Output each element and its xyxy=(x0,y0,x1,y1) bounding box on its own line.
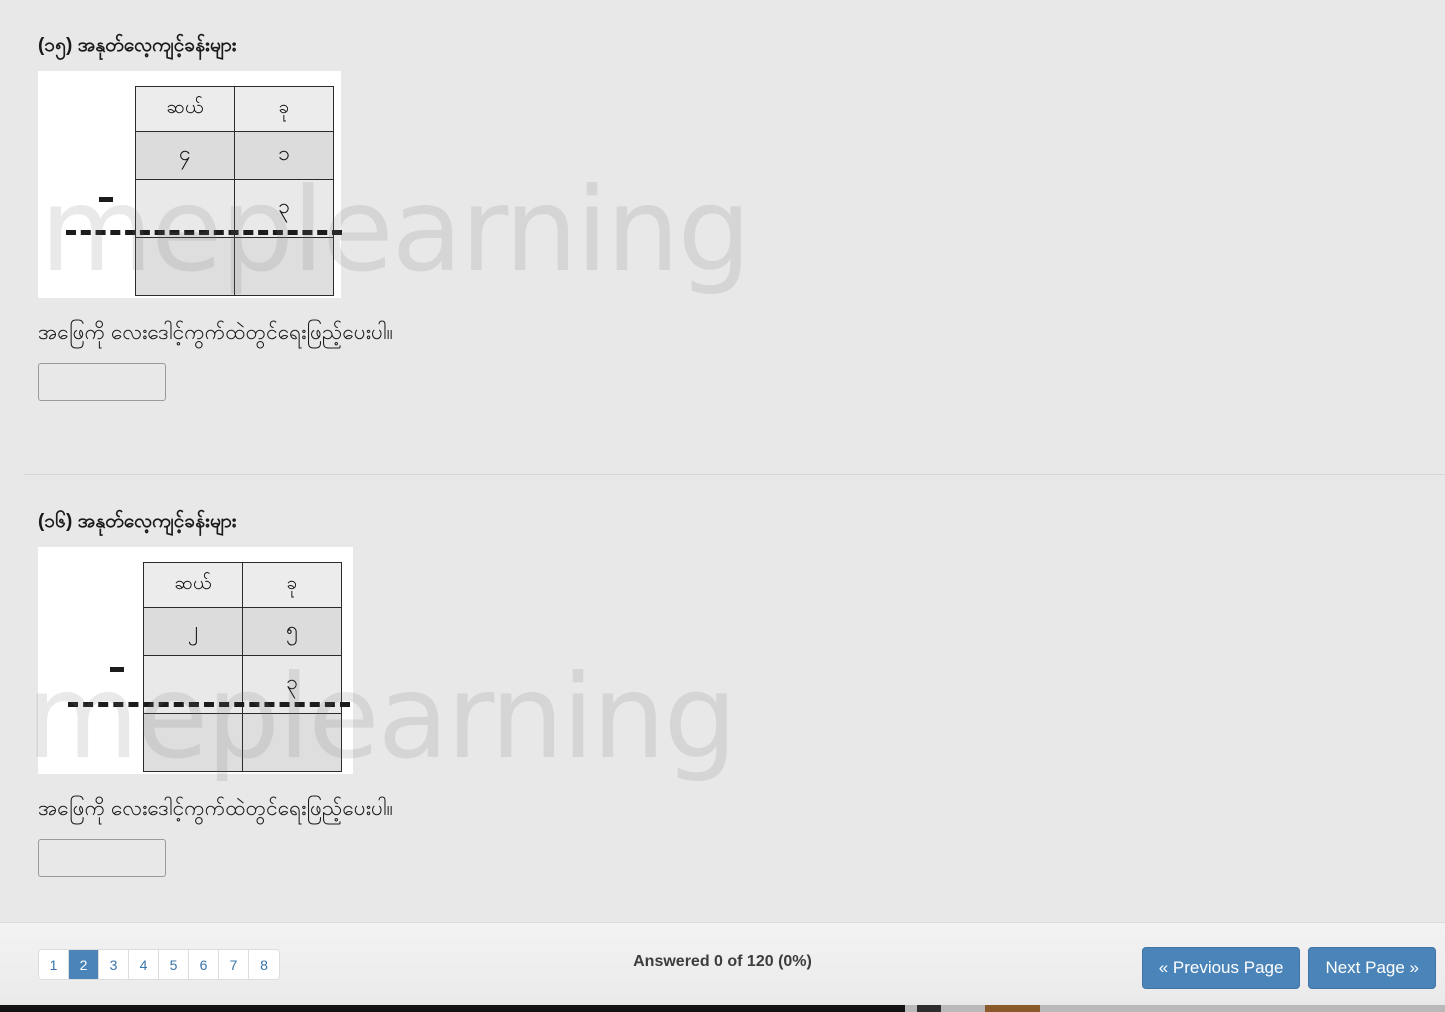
previous-page-button[interactable]: « Previous Page xyxy=(1141,947,1301,989)
table-cell-ones: ၅ xyxy=(242,606,342,656)
minus-sign-icon xyxy=(110,666,124,672)
table-cell-ones xyxy=(242,712,342,772)
table-header-ones: ခု xyxy=(234,85,334,132)
answer-input-15[interactable] xyxy=(38,363,166,402)
table-header-tens: ဆယ် xyxy=(143,561,243,608)
table-header-row: ဆယ် ခု xyxy=(135,85,334,132)
table-cell-ones: ၃ xyxy=(234,178,334,238)
question-instruction-16: အဖြေကို လေးဒေါင့်ကွက်ထဲတွင်ရေးဖြည့်ပေးပါ… xyxy=(38,796,394,820)
question-divider xyxy=(24,474,1445,475)
place-value-table-15: ဆယ် ခု ၄ ၁ ၃ xyxy=(135,85,334,296)
table-header-ones: ခု xyxy=(242,561,342,608)
question-title-16: (၁၆) အနုတ်လေ့ကျင့်ခန်းများ xyxy=(38,511,237,532)
table-cell-tens xyxy=(135,178,235,238)
minus-sign-icon xyxy=(99,196,113,202)
table-header-row: ဆယ် ခု xyxy=(143,561,342,608)
table-cell-tens: ၄ xyxy=(135,130,235,180)
quiz-question-list: (၁၅) အနုတ်လေ့ကျင့်ခန်းများ ဆယ် ခု ၄ ၁ ၃ xyxy=(0,0,1445,920)
table-row: ၂ ၅ xyxy=(143,606,342,656)
question-figure-16: ဆယ် ခု ၂ ၅ ၃ xyxy=(38,546,353,774)
table-row: ၄ ၁ xyxy=(135,130,334,180)
question-block-16: (၁၆) အနုတ်လေ့ကျင့်ခန်းများ ဆယ် ခု ၂ ၅ ၃ xyxy=(0,510,1445,878)
question-instruction-15: အဖြေကို လေးဒေါင့်ကွက်ထဲတွင်ရေးဖြည့်ပေးပါ… xyxy=(38,320,394,344)
quiz-page: (၁၅) အနုတ်လေ့ကျင့်ခန်းများ ဆယ် ခု ၄ ၁ ၃ xyxy=(0,0,1445,1012)
table-cell-ones: ၁ xyxy=(234,130,334,180)
taskbar-window-strip xyxy=(0,1005,905,1012)
next-page-button[interactable]: Next Page » xyxy=(1308,947,1436,989)
question-title-15: (၁၅) အနုတ်လေ့ကျင့်ခန်းများ xyxy=(38,35,237,56)
question-block-15: (၁၅) အနုတ်လေ့ကျင့်ခန်းများ ဆယ် ခု ၄ ၁ ၃ xyxy=(0,34,1445,402)
question-figure-15: ဆယ် ခု ၄ ၁ ၃ xyxy=(38,70,342,298)
table-row xyxy=(135,236,334,296)
taskbar-icon xyxy=(985,1005,1040,1012)
table-cell-tens xyxy=(143,712,243,772)
table-cell-tens xyxy=(135,236,235,296)
page-nav-buttons: « Previous Page Next Page » xyxy=(1141,947,1436,989)
taskbar-icon xyxy=(917,1005,941,1012)
table-cell-tens: ၂ xyxy=(143,606,243,656)
table-header-tens: ဆယ် xyxy=(135,85,235,132)
quiz-navigation-bar: 12345678 Answered 0 of 120 (0%) « Previo… xyxy=(0,922,1445,1002)
answer-input-16[interactable] xyxy=(38,839,166,878)
os-taskbar-sliver xyxy=(0,1005,1445,1012)
answer-rule-line xyxy=(68,701,350,707)
answer-rule-line xyxy=(66,229,342,235)
table-cell-ones xyxy=(234,236,334,296)
table-row: ၃ xyxy=(135,178,334,238)
place-value-table-16: ဆယ် ခု ၂ ၅ ၃ xyxy=(143,561,342,772)
table-row xyxy=(143,712,342,772)
